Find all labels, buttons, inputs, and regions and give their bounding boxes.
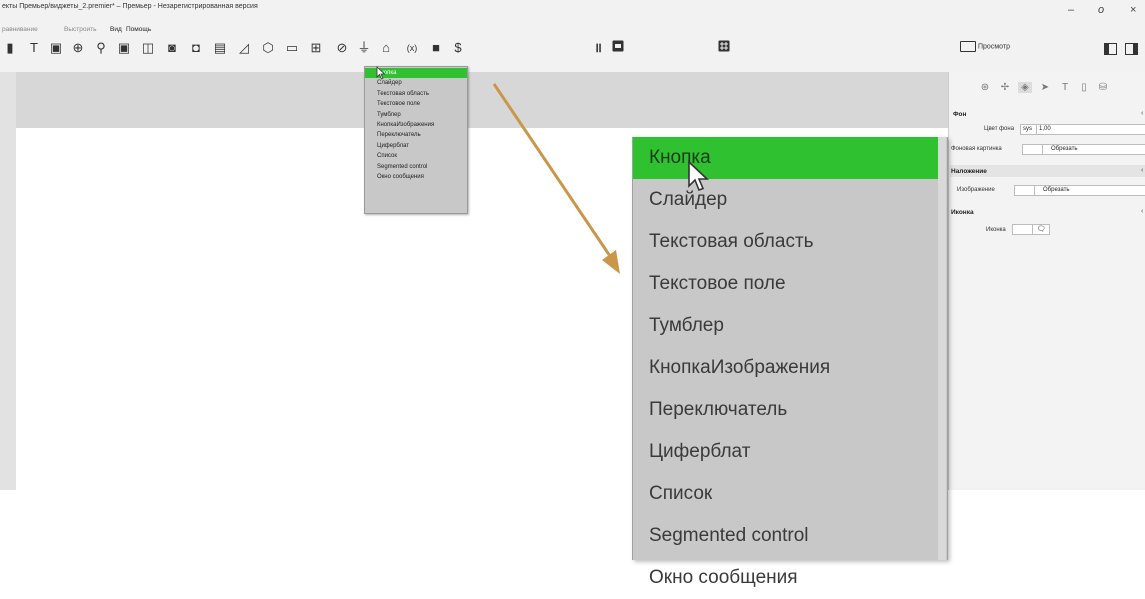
bg-color-value-field[interactable]: 1,00 xyxy=(1036,124,1145,135)
callout-arrow xyxy=(492,83,620,274)
icon-picker-button[interactable]: 🗨 xyxy=(1032,224,1050,235)
dropdown-item-zoomed[interactable]: Segmented control xyxy=(633,515,938,557)
stop-icon[interactable]: ■ xyxy=(428,40,444,56)
close-button[interactable]: × xyxy=(1130,3,1136,17)
overlay-image-mode-select[interactable]: Обрезать xyxy=(1034,185,1145,196)
preview-button[interactable]: Просмотр xyxy=(960,41,1090,57)
dropdown-item-zoomed[interactable]: Тумблер xyxy=(633,305,938,347)
check-circle-icon[interactable]: ⊘ xyxy=(334,40,350,56)
section-background[interactable] xyxy=(950,108,1145,120)
overlay-image-label: Изображение xyxy=(957,187,995,193)
window-title: екты Премьер/виджеты_2.premier* – Премье… xyxy=(2,3,258,10)
zoomed-menu-scrollbar[interactable] xyxy=(938,137,946,560)
dropdown-item-zoomed[interactable]: Циферблат xyxy=(633,431,938,473)
collapse-icon[interactable]: ‹ xyxy=(1141,167,1143,174)
bg-image-mode-select[interactable]: Обрезать xyxy=(1042,144,1145,155)
dropdown-item[interactable]: Segmented control xyxy=(365,162,467,172)
inspector-text-icon[interactable]: T xyxy=(1058,82,1072,93)
dollar-icon[interactable]: $ xyxy=(450,40,466,56)
menu-bar xyxy=(0,22,1145,36)
bg-image-mode-value: Обрезать xyxy=(1051,146,1078,152)
pause-icon[interactable]: ॥ xyxy=(590,40,606,56)
copy-icon[interactable]: ◫ xyxy=(140,40,156,56)
panel-right-icon[interactable] xyxy=(1125,43,1138,55)
dropdown-item[interactable]: Текстовая область xyxy=(365,89,467,99)
cube-icon[interactable]: ⬡ xyxy=(260,40,276,56)
dropdown-item[interactable]: Окно сообщения xyxy=(365,172,467,182)
dropdown-item-zoomed[interactable]: Окно сообщения xyxy=(633,557,938,599)
dropdown-item-zoomed[interactable]: Переключатель xyxy=(633,389,938,431)
widget-dropdown-menu-zoomed: Кнопка Слайдер Текстовая область Текстовое … xyxy=(632,137,948,588)
inspector-pointer-icon[interactable]: ➤ xyxy=(1038,82,1052,93)
maximize-button[interactable]: o xyxy=(1098,3,1104,17)
inspector-move-icon[interactable]: ✢ xyxy=(998,82,1012,93)
video-icon[interactable]: ◘ xyxy=(188,40,204,56)
chart-icon[interactable]: ▤ xyxy=(212,40,228,56)
mouse-cursor-zoomed-icon xyxy=(688,160,710,192)
panel-left-icon[interactable] xyxy=(1104,43,1117,55)
dropdown-item-zoomed[interactable]: Текстовое поле xyxy=(633,263,938,305)
bg-image-label: Фоновая картинка xyxy=(951,146,1002,152)
dropdown-item[interactable]: КнопкаИзображения xyxy=(365,120,467,130)
map-pin-icon[interactable]: ⚲ xyxy=(93,40,109,56)
dropdown-item[interactable]: Переключатель xyxy=(365,130,467,140)
microphone-icon[interactable]: ⏚ xyxy=(356,40,372,56)
mouse-cursor-icon xyxy=(376,66,386,80)
bg-color-sys-field[interactable]: sys xyxy=(1020,124,1037,135)
inspector-fill-icon[interactable]: ◈ xyxy=(1018,82,1032,93)
section-icon-title: Иконка xyxy=(951,209,974,216)
grid-icon[interactable]: ⊞ xyxy=(308,40,324,56)
menu-help[interactable]: Помощь xyxy=(126,26,151,33)
media-icon[interactable]: ▣ xyxy=(116,40,132,56)
inspector-shape-icon[interactable]: ⊛ xyxy=(978,82,992,93)
dropdown-item[interactable]: Циферблат xyxy=(365,141,467,151)
collapse-icon[interactable]: ‹ xyxy=(1141,110,1143,117)
preview-label: Просмотр xyxy=(978,43,1010,51)
dropdown-item-zoomed[interactable]: КнопкаИзображения xyxy=(633,347,938,389)
monitor-icon xyxy=(960,41,976,52)
menu-arrange[interactable]: Выстроить xyxy=(64,26,96,33)
variable-icon[interactable]: (x) xyxy=(402,40,422,56)
bg-image-well[interactable] xyxy=(1022,144,1044,155)
dropdown-item[interactable]: Текстовое поле xyxy=(365,99,467,109)
collapse-icon[interactable]: ‹ xyxy=(1141,208,1143,215)
section-background-title: Фон xyxy=(953,111,967,118)
inspector-rect-icon[interactable]: ▯ xyxy=(1077,82,1091,93)
play-frame-icon[interactable] xyxy=(610,40,626,56)
menu-view[interactable]: Вид xyxy=(110,26,122,33)
overlay-image-mode-value: Обрезать xyxy=(1043,187,1070,193)
inspector-database-icon[interactable]: ⛁ xyxy=(1096,82,1110,93)
dropdown-item-zoomed[interactable]: Слайдер xyxy=(633,179,938,221)
minimize-button[interactable]: – xyxy=(1068,3,1074,17)
globe-icon[interactable]: ⊕ xyxy=(70,40,86,56)
cloud-icon[interactable]: ⌂ xyxy=(378,40,394,56)
dropdown-item[interactable]: Тумблер xyxy=(365,110,467,120)
widget-dropdown-menu: Кнопка Слайдер Текстовая область Текстовое … xyxy=(364,66,468,214)
menu-align[interactable]: равнивание xyxy=(2,26,38,33)
calendar-icon[interactable]: ▭ xyxy=(284,40,300,56)
icon-well[interactable] xyxy=(1012,224,1034,235)
left-ruler xyxy=(0,72,16,490)
bg-color-label: Цвет фона xyxy=(984,126,1015,132)
dropdown-item-zoomed[interactable]: Кнопка xyxy=(633,137,938,179)
layout-icon[interactable]: ▮ xyxy=(2,40,18,56)
overlay-image-well[interactable] xyxy=(1014,185,1036,196)
icon-label: Иконка xyxy=(986,227,1006,233)
camera-icon[interactable]: ◙ xyxy=(164,40,180,56)
dropdown-item-zoomed[interactable]: Текстовая область xyxy=(633,221,938,263)
dropdown-item[interactable]: Список xyxy=(365,151,467,161)
image-icon[interactable]: ▣ xyxy=(48,40,64,56)
section-overlay-title: Наложение xyxy=(951,168,987,175)
grid-view-icon[interactable] xyxy=(716,40,732,56)
text-icon[interactable]: T xyxy=(26,40,42,56)
line-chart-icon[interactable]: ◿ xyxy=(236,40,252,56)
dropdown-item-zoomed[interactable]: Список xyxy=(633,473,938,515)
